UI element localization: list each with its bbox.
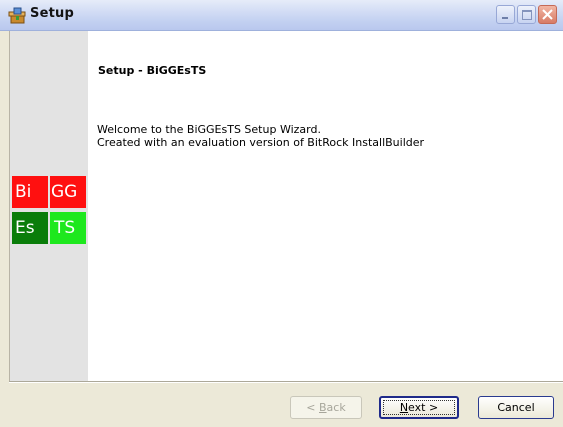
title-bar[interactable]: Setup — [0, 0, 563, 31]
logo-cell-ts: TS — [50, 212, 86, 244]
minimize-button[interactable] — [496, 5, 515, 24]
back-button-mnemonic: B — [319, 401, 327, 414]
wizard-sidebar: Bi GG Es TS — [10, 31, 88, 381]
logo-cell-es: Es — [12, 212, 48, 244]
close-button[interactable] — [538, 5, 557, 24]
next-button-mnemonic: N — [399, 401, 409, 414]
welcome-text: Welcome to the BiGGEsTS Setup Wizard. — [97, 123, 321, 136]
logo-cell-gg: GG — [50, 176, 86, 208]
next-button-label: ext > — [408, 401, 439, 414]
setup-installer-icon — [8, 6, 26, 24]
page-heading: Setup - BiGGEsTS — [98, 64, 207, 77]
bottom-separator — [9, 381, 563, 383]
wizard-content: Bi GG Es TS Setup - BiGGEsTS Welcome to … — [9, 31, 563, 381]
evaluation-notice: Created with an evaluation version of Bi… — [97, 136, 425, 149]
cancel-button[interactable]: Cancel — [478, 396, 554, 419]
logo-cell-bi: Bi — [12, 176, 48, 208]
cancel-button-label: Cancel — [497, 401, 535, 414]
close-icon — [542, 9, 553, 20]
back-button-label: ack — [326, 401, 346, 414]
maximize-button[interactable] — [517, 5, 536, 24]
next-button[interactable]: Next > — [379, 396, 459, 419]
setup-window: Setup Bi GG Es TS Setup - BiGGEsTS Welco… — [0, 0, 563, 427]
back-button-prefix: < — [306, 401, 319, 414]
window-title: Setup — [30, 6, 74, 21]
back-button[interactable]: < Back — [290, 396, 362, 419]
